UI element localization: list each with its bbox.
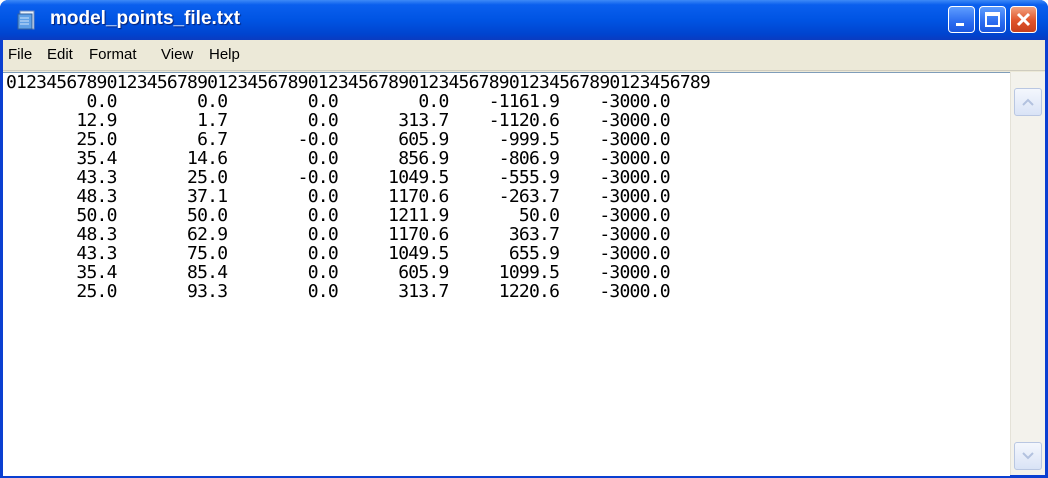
menu-format[interactable]: Format [89,46,137,63]
text-line[interactable]: 25.0 6.7 -0.0 605.9 -999.5 -3000.0 [6,129,670,150]
minimize-icon [956,23,964,26]
title-bar[interactable]: model_points_file.txt [0,0,1048,40]
scroll-up-button[interactable] [1014,88,1042,116]
text-line[interactable]: 12.9 1.7 0.0 313.7 -1120.6 -3000.0 [6,110,670,131]
text-editor-area[interactable]: 0123456789012345678901234567890123456789… [3,72,1010,476]
menu-view[interactable]: View [161,46,193,63]
vertical-scrollbar[interactable] [1010,72,1045,475]
text-line[interactable]: 25.0 93.3 0.0 313.7 1220.6 -3000.0 [6,281,670,302]
scroll-down-arrow-icon [1022,452,1034,460]
close-button[interactable] [1010,6,1037,33]
maximize-icon [985,12,1000,27]
text-line[interactable]: 48.3 37.1 0.0 1170.6 -263.7 -3000.0 [6,186,670,207]
notepad-icon[interactable] [16,9,38,31]
scroll-up-arrow-icon [1022,98,1034,106]
notepad-window: model_points_file.txt File Edit Format V… [0,0,1048,478]
window-title: model_points_file.txt [50,8,241,29]
text-line[interactable]: 50.0 50.0 0.0 1211.9 50.0 -3000.0 [6,205,670,226]
menu-file[interactable]: File [8,46,32,63]
text-line[interactable]: 35.4 85.4 0.0 605.9 1099.5 -3000.0 [6,262,670,283]
text-line[interactable]: 35.4 14.6 0.0 856.9 -806.9 -3000.0 [6,148,670,169]
scroll-down-button[interactable] [1014,442,1042,470]
menu-help[interactable]: Help [209,46,240,63]
minimize-button[interactable] [948,6,975,33]
menu-bar: File Edit Format View Help [3,40,1045,71]
text-line[interactable]: 43.3 25.0 -0.0 1049.5 -555.9 -3000.0 [6,167,670,188]
menu-edit[interactable]: Edit [47,46,73,63]
text-line[interactable]: 43.3 75.0 0.0 1049.5 655.9 -3000.0 [6,243,670,264]
ruler-line[interactable]: 0123456789012345678901234567890123456789… [6,72,711,93]
maximize-button[interactable] [979,6,1006,33]
file-content[interactable]: 0123456789012345678901234567890123456789… [3,73,1010,301]
close-icon [1016,12,1031,27]
text-line[interactable]: 48.3 62.9 0.0 1170.6 363.7 -3000.0 [6,224,670,245]
text-line[interactable]: 0.0 0.0 0.0 0.0 -1161.9 -3000.0 [6,91,670,112]
